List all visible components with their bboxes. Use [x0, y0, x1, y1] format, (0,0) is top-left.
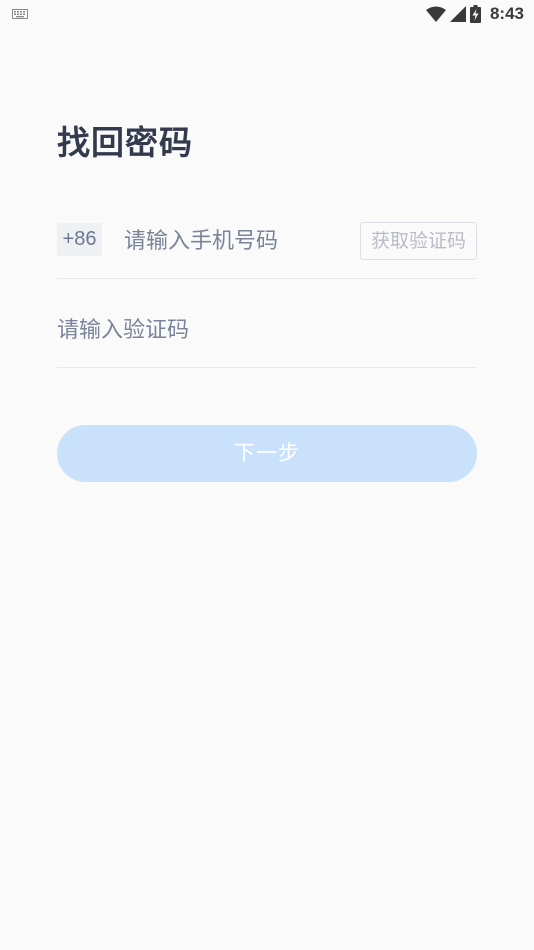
status-time: 8:43	[489, 4, 524, 23]
next-button[interactable]: 下一步	[57, 425, 477, 482]
status-bar: 8:43	[0, 0, 534, 28]
page-title: 找回密码	[57, 123, 193, 162]
get-code-button[interactable]: 获取验证码	[360, 222, 477, 260]
signal-icon	[449, 6, 466, 22]
country-code-selector[interactable]: +86	[57, 223, 102, 256]
verification-code-input[interactable]	[57, 312, 357, 348]
phone-row: +86 获取验证码	[57, 212, 477, 279]
code-row	[57, 302, 477, 368]
phone-input[interactable]	[124, 223, 344, 259]
status-icons: 8:43	[425, 3, 524, 25]
battery-charging-icon	[469, 5, 481, 23]
keyboard-icon	[12, 9, 28, 19]
wifi-icon	[425, 6, 446, 22]
